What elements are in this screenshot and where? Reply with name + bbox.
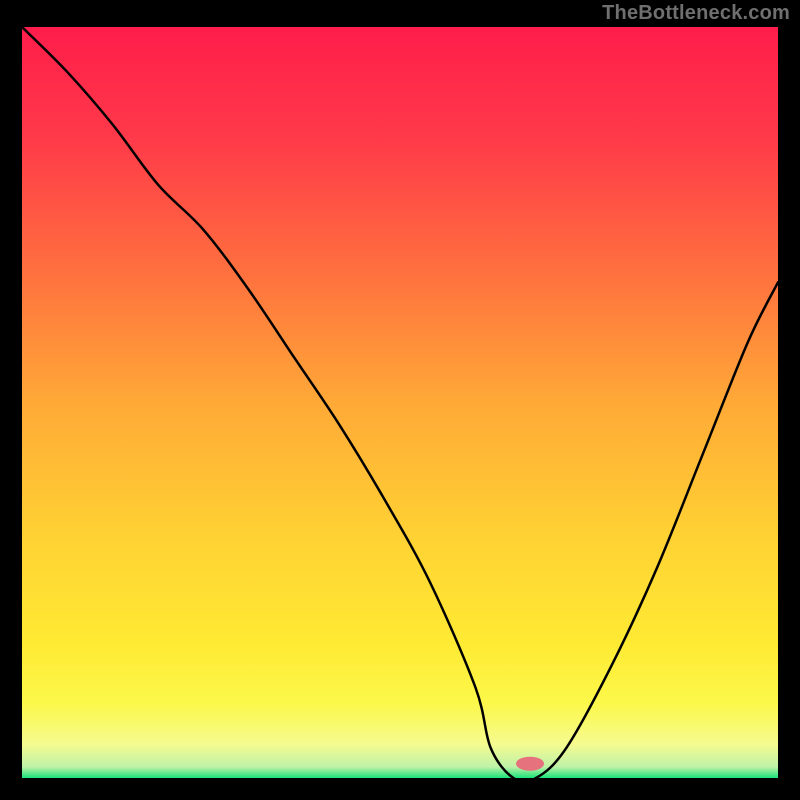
watermark-text: TheBottleneck.com	[602, 2, 790, 25]
chart-container: TheBottleneck.com	[0, 0, 800, 800]
plot-area	[22, 27, 778, 778]
gradient-background	[22, 27, 778, 778]
bottleneck-plot	[22, 27, 778, 778]
selection-marker	[516, 757, 544, 771]
